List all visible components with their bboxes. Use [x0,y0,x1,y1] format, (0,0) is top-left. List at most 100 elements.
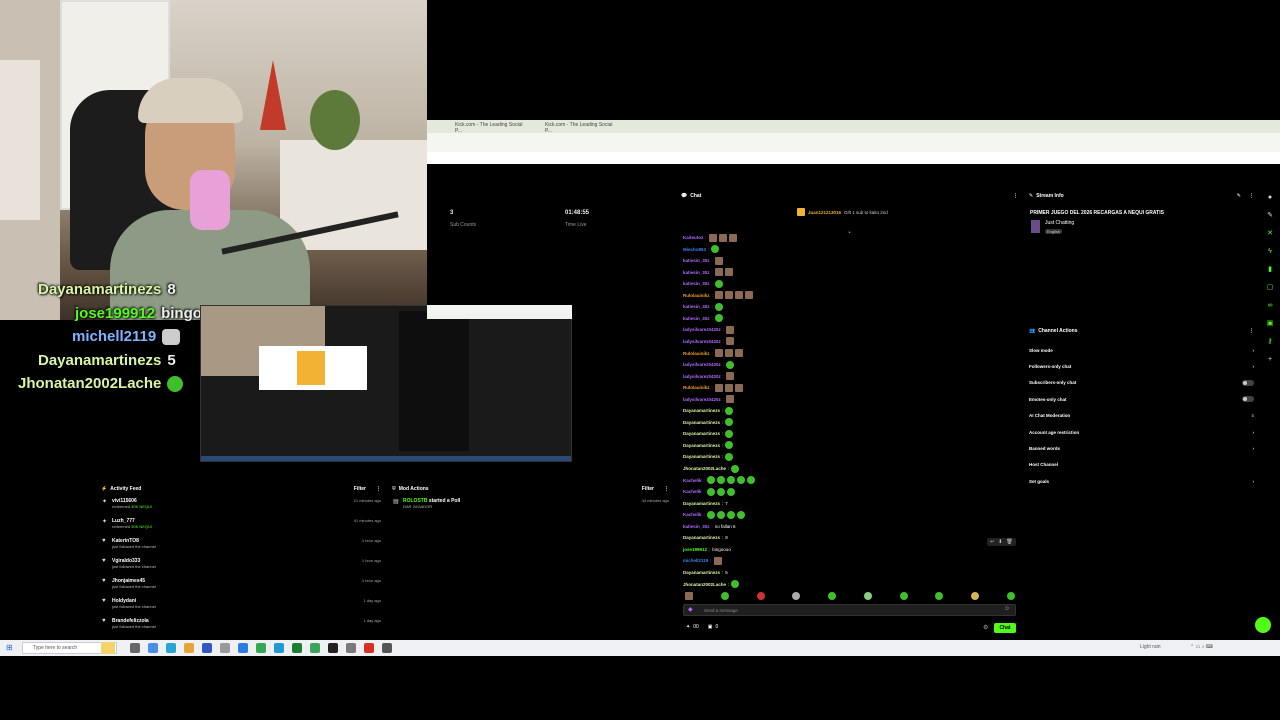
chat-message[interactable]: ladysilvarez0420z: [683,324,735,335]
channel-action-account-age[interactable]: Account age restriction › [1025,424,1258,440]
expand-pinned-icon[interactable]: ⌄ [847,228,852,235]
bookmark-icon[interactable]: ▮ [1265,265,1275,275]
emotes-only-toggle[interactable] [1242,396,1254,403]
chat-settings-icon[interactable]: ⚙ [983,624,988,631]
excel-icon[interactable] [292,643,302,653]
subscribers-only-toggle[interactable] [1242,379,1254,386]
chat-username[interactable]: ladysilvarez0420z [683,374,721,379]
message-icon[interactable]: ▢ [1265,283,1275,293]
chat-send-button[interactable]: Chat [994,623,1016,633]
chat-message[interactable]: ladysilvarez0420z: [683,336,735,347]
browser-tab[interactable]: Kick.com - The Leading Social P... [455,122,525,134]
app-icon[interactable] [238,643,248,653]
app-icon[interactable] [274,643,284,653]
key-icon[interactable]: ⚷ [1265,337,1275,347]
chat-message[interactable]: katiesin_30z: [683,267,733,278]
chat-username[interactable]: ladysilvarez0420z [683,362,721,367]
app-icon[interactable] [346,643,356,653]
chat-username[interactable]: ladysilvarez0420z [683,339,721,344]
chat-message[interactable]: Dayanamartinezs: [683,405,734,416]
more-options-icon[interactable]: ⋮ [376,486,381,492]
windows-start-icon[interactable]: ⊞ [6,643,13,652]
chat-username[interactable]: Kachelik [683,489,702,494]
more-options-icon[interactable]: ⋮ [1249,193,1254,199]
chat-username[interactable]: Dayanamartinezs [683,443,720,448]
chat-message[interactable]: Jhonatan2002Lache: [683,579,740,590]
lightning-icon[interactable]: ϟ [1265,247,1275,257]
pin-icon[interactable]: ⬇ [998,539,1002,545]
chat-username[interactable]: Dayanamartinezs [683,570,720,575]
chat-message[interactable]: Jhonatan2002Lache: [683,463,740,474]
chat-username[interactable]: katiesin_30z [683,270,710,275]
chat-message-input[interactable]: Send a message [683,604,1016,616]
chat-message[interactable]: Dayanamartinezs:5 [683,567,728,578]
app-icon[interactable] [382,643,392,653]
obs-icon[interactable] [328,643,338,653]
chat-username[interactable]: jose199912 [683,547,707,552]
chat-message[interactable]: Miecho853: [683,244,720,255]
chat-username[interactable]: ladysilvarez0420z [683,327,721,332]
chat-message[interactable]: jose199912: bingoooo [683,544,731,555]
chat-username[interactable]: katiesin_30z [683,524,710,529]
chat-message[interactable]: Kaiteutoz: [683,232,737,243]
edge-browser-icon[interactable] [166,643,176,653]
chat-username[interactable]: katiesin_30z [683,258,710,263]
chat-message[interactable]: Dayanamartinezs:8 [683,532,728,543]
channel-action-subscribers-only[interactable]: Subscribers-only chat [1025,375,1258,391]
chat-message[interactable]: ladysilvarez0420z: [683,359,735,370]
chat-username[interactable]: katiesin_30z [683,316,710,321]
chat-username[interactable]: michell2119 [683,558,708,563]
chat-username[interactable]: ladysilvarez0420z [683,397,721,402]
chat-username[interactable]: katiesin_30z [683,304,710,309]
chat-message[interactable]: Dayanamartinezs:7 [683,498,728,509]
channel-action-followers-only[interactable]: Followers-only chat › [1025,358,1258,374]
link-icon[interactable]: ∞ [1265,301,1275,311]
chat-username[interactable]: Dayanamartinezs [683,408,720,413]
chat-message[interactable]: katiesin_30z: [683,301,723,312]
app-icon[interactable] [364,643,374,653]
more-options-icon[interactable]: ⋮ [1013,193,1018,199]
app-icon[interactable] [220,643,230,653]
emote-icon[interactable] [899,592,908,600]
gift-icon[interactable]: ▣ [1265,319,1275,329]
channel-action-emotes-only[interactable]: Emotes-only chat [1025,391,1258,407]
file-explorer-icon[interactable] [184,643,194,653]
channel-action-host-channel[interactable]: Host Channel [1025,457,1258,473]
emote-icon[interactable] [685,592,693,600]
chat-message[interactable]: Rulolauinikz: [683,348,743,359]
browser-tab[interactable]: Kick.com - The Leading Social P... [545,122,615,134]
task-view-icon[interactable] [130,643,140,653]
close-icon[interactable]: ✕ [1265,229,1275,239]
chat-username[interactable]: katiesin_30z [683,281,710,286]
chat-username[interactable]: Dayanamartinezs [683,535,720,540]
chat-message[interactable]: katiesin_30z: [683,278,723,289]
chat-message[interactable]: Rulolauinikz: [683,382,743,393]
chat-username[interactable]: Miecho853 [683,247,706,252]
chat-message[interactable]: katiesin_30z: [683,313,723,324]
chat-username[interactable]: Jhonatan2002Lache [683,466,726,471]
chat-username[interactable]: Dayanamartinezs [683,501,720,506]
chat-username[interactable]: Jhonatan2002Lache [683,582,726,587]
activity-filter-button[interactable]: Filter [354,486,366,492]
circle-icon[interactable]: ● [1265,193,1275,203]
weather-status[interactable]: Light rain [1140,644,1161,650]
kick-logo-button[interactable] [1255,617,1271,633]
add-icon[interactable]: + [1265,355,1275,365]
app-icon[interactable] [310,643,320,653]
chrome-icon[interactable] [256,643,266,653]
chat-message[interactable]: ladysilvarez0420z: [683,371,735,382]
delete-icon[interactable]: 🗑 [1006,539,1012,545]
channel-action-ai-moderation[interactable]: AI Chat Moderation ≡ [1025,408,1258,424]
chat-message[interactable]: Dayanamartinezs: [683,428,734,439]
emote-icon[interactable] [935,592,944,600]
channel-action-set-goals[interactable]: Set goals › [1025,473,1258,489]
emote-icon[interactable] [720,592,729,600]
chat-username[interactable]: Kachelik [683,478,702,483]
chat-message[interactable]: katiesin_30z: no fallan 6 [683,521,736,532]
chat-username[interactable]: Kachelik [683,512,702,517]
chat-message[interactable]: Dayanamartinezs: [683,451,734,462]
pencil-icon[interactable]: ✎ [1265,211,1275,221]
emote-icon[interactable] [756,592,765,600]
chat-message[interactable]: Kachelik: [683,509,745,520]
channel-action-banned-words[interactable]: Banned words › [1025,440,1258,456]
